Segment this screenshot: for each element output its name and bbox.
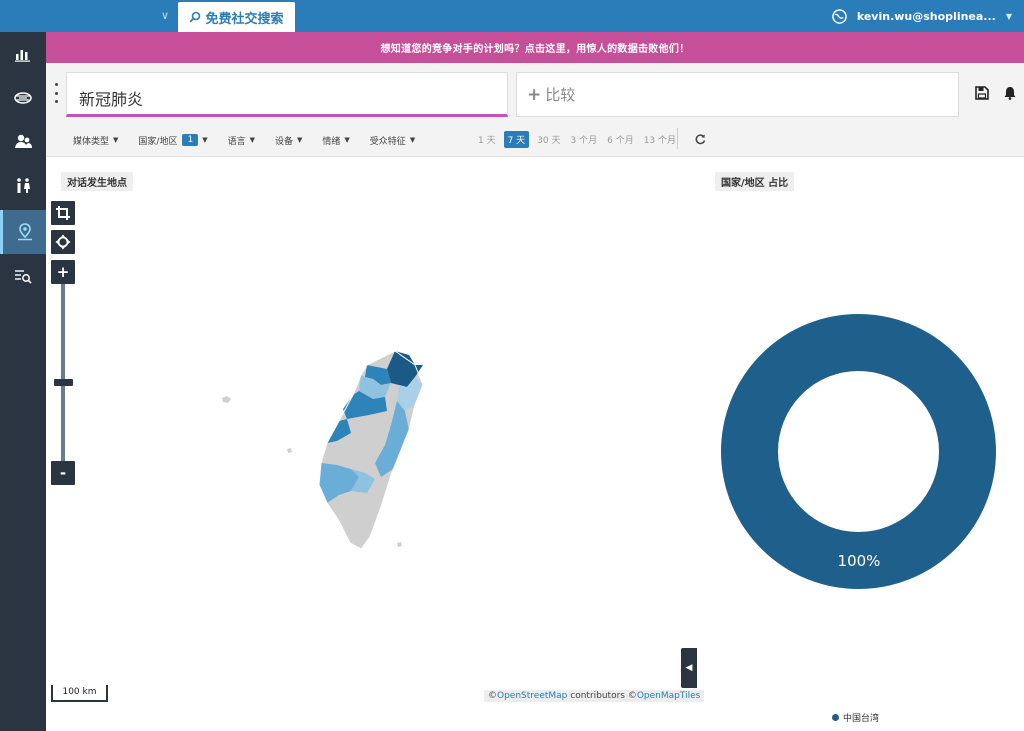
filter-sentiment[interactable]: 情绪 ▼ xyxy=(322,134,349,147)
map-scale-bar: 100 km xyxy=(51,685,108,702)
sidebar-item-search-list[interactable] xyxy=(0,254,46,298)
caret-down-icon: ▼ xyxy=(249,136,255,144)
taiwan-choropleth-map[interactable] xyxy=(215,345,430,555)
caret-down-icon: ▼ xyxy=(344,136,350,144)
period-7d[interactable]: 7 天 xyxy=(503,131,530,148)
donut-slice-label: 100% xyxy=(837,552,881,570)
filter-label: 情绪 xyxy=(322,136,341,147)
period-30d[interactable]: 30 天 xyxy=(535,131,562,148)
filter-label: 设备 xyxy=(274,136,293,147)
chevron-left-icon: ◀ xyxy=(685,663,693,673)
map-region-islet[interactable] xyxy=(287,448,292,453)
zoom-slider-track[interactable] xyxy=(61,284,65,462)
sidebar-item-geography[interactable] xyxy=(0,210,46,254)
period-1d[interactable]: 1 天 xyxy=(476,131,498,148)
zoom-in-button[interactable]: + xyxy=(51,260,75,284)
map-attribution: ©OpenStreetMap contributors ©OpenMapTile… xyxy=(484,690,705,702)
bar-chart-icon xyxy=(15,50,30,62)
map-region-penghu[interactable] xyxy=(222,396,231,403)
collapse-panel-button[interactable]: ◀ xyxy=(681,648,697,688)
sidebar-item-demographics[interactable] xyxy=(0,164,46,208)
attribution-text: contributors xyxy=(567,691,628,701)
list-search-icon xyxy=(15,270,32,284)
sidebar-item-analytics[interactable] xyxy=(0,32,46,76)
filter-label: 受众特征 xyxy=(369,136,406,147)
query-input[interactable]: 新冠肺炎 xyxy=(66,72,508,117)
crop-icon xyxy=(56,206,70,220)
user-email: kevin.wu@shoplinea... xyxy=(856,9,996,23)
caret-down-icon: ▼ xyxy=(1005,11,1012,21)
search-icon xyxy=(190,11,201,23)
donut-legend[interactable]: 中国台湾 xyxy=(832,711,879,724)
map-panel-title: 对话发生地点 xyxy=(61,172,133,191)
caret-down-icon: ▼ xyxy=(297,136,303,144)
refresh-icon[interactable] xyxy=(694,133,706,145)
filter-count-badge: 1 xyxy=(182,134,199,146)
filter-label: 国家/地区 xyxy=(138,136,178,147)
crop-tool-button[interactable] xyxy=(51,201,75,225)
legend-label: 中国台湾 xyxy=(843,714,880,724)
filter-audience[interactable]: 受众特征 ▼ xyxy=(370,134,415,147)
filter-bar: 媒体类型 ▼ 国家/地区 1 ▼ 语言 ▼ 设备 ▼ 情绪 ▼ 受众特征 ▼ xyxy=(73,133,435,147)
chevron-down-icon[interactable]: ∨ xyxy=(156,7,174,25)
map-pin-icon xyxy=(17,223,32,241)
free-social-search-tab[interactable]: 免费社交搜索 xyxy=(178,2,295,32)
filter-device[interactable]: 设备 ▼ xyxy=(275,134,302,147)
zoom-slider-handle[interactable] xyxy=(54,378,73,386)
caret-down-icon: ▼ xyxy=(113,136,119,144)
user-menu[interactable]: kevin.wu@shoplinea... ▼ xyxy=(832,0,1012,32)
donut-slice-taiwan[interactable] xyxy=(721,314,996,589)
kebab-menu-icon[interactable] xyxy=(53,83,59,103)
sidebar xyxy=(0,32,46,731)
map-region-lanyu[interactable] xyxy=(397,542,402,547)
time-period-selector: 1 天 7 天 30 天 3 个月 6 个月 13 个月 xyxy=(476,131,678,148)
recenter-button[interactable] xyxy=(51,230,75,254)
search-tab-label: 免费社交搜索 xyxy=(205,11,284,27)
zoom-out-button[interactable]: - xyxy=(51,461,75,485)
filter-language[interactable]: 语言 ▼ xyxy=(228,134,255,147)
promo-banner[interactable]: 想知道您的竞争对手的计划吗？点击这里，用惊人的数据击败他们！ xyxy=(46,32,1024,63)
sidebar-item-topics[interactable] xyxy=(0,76,46,120)
filter-label: 媒体类型 xyxy=(73,136,110,147)
topic-cloud-icon xyxy=(14,92,32,104)
globe-icon xyxy=(832,8,847,24)
query-text: 新冠肺炎 xyxy=(79,90,144,109)
openmaptiles-link[interactable]: OpenMapTiles xyxy=(637,691,700,701)
period-13m[interactable]: 13 个月 xyxy=(642,131,678,148)
filter-label: 语言 xyxy=(227,136,246,147)
plus-icon: + xyxy=(527,84,542,105)
compare-input[interactable]: + 比较 xyxy=(516,72,959,117)
man-woman-icon xyxy=(17,178,30,193)
period-6m[interactable]: 6 个月 xyxy=(605,131,636,148)
compare-label: 比较 xyxy=(545,86,576,104)
sidebar-item-influencers[interactable] xyxy=(0,120,46,164)
filter-media-type[interactable]: 媒体类型 ▼ xyxy=(73,134,118,147)
country-share-donut-chart[interactable] xyxy=(718,311,999,592)
osm-link[interactable]: OpenStreetMap xyxy=(497,691,567,701)
divider xyxy=(677,128,678,149)
caret-down-icon: ▼ xyxy=(202,136,208,144)
promo-banner-text: 想知道您的竞争对手的计划吗？点击这里，用惊人的数据击败他们！ xyxy=(380,44,690,55)
bell-icon[interactable] xyxy=(1003,86,1017,100)
donut-panel-title: 国家/地区 占比 xyxy=(715,172,795,191)
legend-dot-icon xyxy=(832,714,839,721)
attribution-copyright: © xyxy=(627,691,637,701)
top-bar: ∨ 免费社交搜索 kevin.wu@shoplinea... ▼ xyxy=(0,0,1024,32)
attribution-copyright: © xyxy=(488,691,497,701)
query-area: 新冠肺炎 + 比较 媒体类型 ▼ 国家/地区 1 ▼ 语言 ▼ 设备 ▼ 情绪 xyxy=(46,63,1024,157)
crosshair-icon xyxy=(55,234,71,250)
save-icon[interactable] xyxy=(975,86,989,100)
caret-down-icon: ▼ xyxy=(409,136,416,144)
period-3m[interactable]: 3 个月 xyxy=(569,131,600,148)
users-icon xyxy=(15,134,32,148)
filter-country[interactable]: 国家/地区 1 ▼ xyxy=(138,134,208,147)
